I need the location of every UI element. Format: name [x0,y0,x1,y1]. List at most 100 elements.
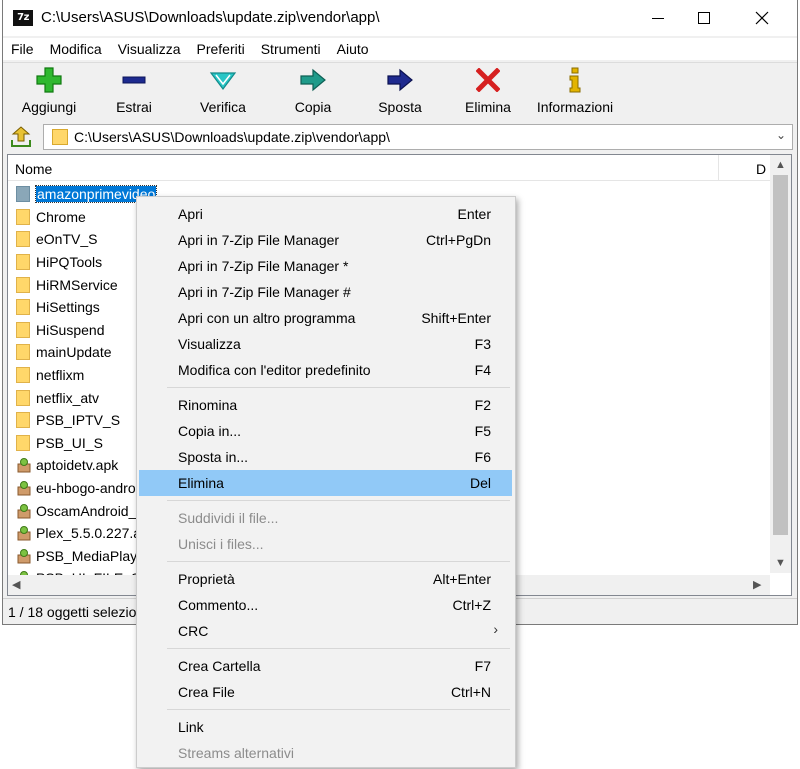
shortcut-label: Ctrl+N [450,684,491,700]
shortcut-label: Shift+Enter [421,310,491,326]
context-item-rinomina[interactable]: Rinomina F2 [139,392,512,418]
context-item-modifica-con-l-editor-predefinito[interactable]: Modifica con l'editor predefinito F4 [139,357,512,383]
copy-label: Copia [294,99,332,115]
folder-icon [16,231,30,248]
info-label: Informazioni [536,99,614,115]
context-item-apri-in-7-zip-file-manager[interactable]: Apri in 7-Zip File Manager Ctrl+PgDn [139,227,512,253]
context-item-commento[interactable]: Commento... Ctrl+Z [139,592,512,618]
folder-icon [16,367,30,384]
copy-arrow-icon [299,67,327,93]
info-icon [561,67,589,93]
window-title: C:\Users\ASUS\Downloads\update.zip\vendo… [41,9,380,26]
folder-icon [16,412,30,429]
list-item-name: Plex_5.5.0.227.ap [36,525,149,542]
extract-label: Estrai [116,99,152,115]
menu-visualizza[interactable]: Visualizza [110,38,189,60]
list-item-name: HiSettings [36,299,100,316]
folder-icon [16,321,30,338]
context-item-label: Proprietà [178,571,235,587]
shortcut-label: F2 [474,397,491,413]
up-folder-button[interactable] [9,126,33,148]
scroll-right-icon[interactable]: ▶ [753,578,761,591]
context-item-label: CRC [178,623,209,639]
address-input[interactable]: C:\Users\ASUS\Downloads\update.zip\vendo… [43,124,793,150]
context-item-elimina[interactable]: Elimina Del [139,470,512,496]
menu-strumenti[interactable]: Strumenti [253,38,329,60]
copy-button[interactable]: Copia [291,67,335,119]
folder-icon [16,299,30,316]
list-item-name: PSB_UI_S [36,434,103,451]
context-item-visualizza[interactable]: Visualizza F3 [139,331,512,357]
context-item-crea-cartella[interactable]: Crea Cartella F7 [139,653,512,679]
menu-separator [167,500,510,501]
chevron-down-icon[interactable]: ⌄ [776,128,786,142]
list-item-name: HiSuspend [36,321,105,338]
context-item-label: Suddividi il file... [178,510,279,526]
shortcut-label: Enter [457,206,491,222]
vertical-scrollbar[interactable]: ▲ ▼ [770,155,791,573]
shortcut-label: F6 [474,449,491,465]
minimize-icon [652,17,664,19]
column-header: Nome D [8,155,770,181]
test-button[interactable]: Verifica [195,67,251,119]
close-icon [755,11,769,25]
context-item-label: Apri in 7-Zip File Manager [178,232,340,248]
column-divider[interactable] [718,155,719,181]
shortcut-label: Alt+Enter [433,571,491,587]
minimize-button[interactable] [635,0,681,36]
menu-preferiti[interactable]: Preferiti [188,38,252,60]
context-item-label: Sposta in... [178,449,249,465]
apk-file-icon [16,457,32,473]
add-label: Aggiungi [21,99,77,115]
app-logo-icon: 7z [13,10,33,26]
context-item-label: Elimina [178,475,224,491]
shortcut-label: F7 [474,658,491,674]
column-second-header[interactable]: D [756,161,766,177]
apk-file-icon [16,548,32,564]
scroll-up-icon[interactable]: ▲ [775,159,786,171]
context-item-suddividi-il-file: Suddividi il file... [139,505,512,531]
menu-aiuto[interactable]: Aiuto [329,38,377,60]
up-arrow-icon [11,126,31,147]
menu-separator [167,561,510,562]
address-path: C:\Users\ASUS\Downloads\update.zip\vendo… [74,129,390,145]
move-button[interactable]: Sposta [377,67,423,119]
menu-modifica[interactable]: Modifica [42,38,110,60]
add-button[interactable]: Aggiungi [17,67,81,119]
minus-icon [120,67,148,93]
context-item-sposta-in[interactable]: Sposta in... F6 [139,444,512,470]
folder-icon [16,389,30,406]
context-item-label: Rinomina [178,397,238,413]
list-item-name: netflix_atv [36,389,100,406]
close-button[interactable] [739,0,785,36]
context-item-label: Link [178,719,204,735]
context-item-apri-con-un-altro-programma[interactable]: Apri con un altro programma Shift+Enter [139,305,512,331]
info-button[interactable]: Informazioni [533,67,617,119]
delete-label: Elimina [465,99,511,115]
shortcut-label: F3 [474,336,491,352]
scroll-thumb[interactable] [773,175,788,535]
context-item-copia-in[interactable]: Copia in... F5 [139,418,512,444]
context-item-apri[interactable]: Apri Enter [139,201,512,227]
shortcut-label: F4 [474,362,491,378]
context-item-propriet[interactable]: Proprietà Alt+Enter [139,566,512,592]
list-item-name: PSB_MediaPlaye [36,547,145,564]
scroll-left-icon[interactable]: ◀ [12,578,20,591]
context-item-crc[interactable]: CRC › [139,618,512,644]
menu-separator [167,387,510,388]
delete-button[interactable]: Elimina [461,67,515,119]
context-item-link[interactable]: Link [139,714,512,740]
context-menu: Apri Enter Apri in 7-Zip File Manager Ctrl+… [136,196,516,768]
maximize-button[interactable] [681,0,727,36]
context-item-label: Streams alternativi [178,745,294,761]
extract-button[interactable]: Estrai [109,67,159,119]
menu-file[interactable]: File [3,38,42,60]
plus-icon [35,67,63,93]
context-item-label: Unisci i files... [178,536,264,552]
column-name-header[interactable]: Nome [15,161,52,177]
scroll-down-icon[interactable]: ▼ [775,557,786,569]
context-item-apri-in-7-zip-file-manager[interactable]: Apri in 7-Zip File Manager # [139,279,512,305]
context-item-crea-file[interactable]: Crea File Ctrl+N [139,679,512,705]
context-item-apri-in-7-zip-file-manager[interactable]: Apri in 7-Zip File Manager * [139,253,512,279]
list-item-name: aptoidetv.apk [36,457,119,474]
